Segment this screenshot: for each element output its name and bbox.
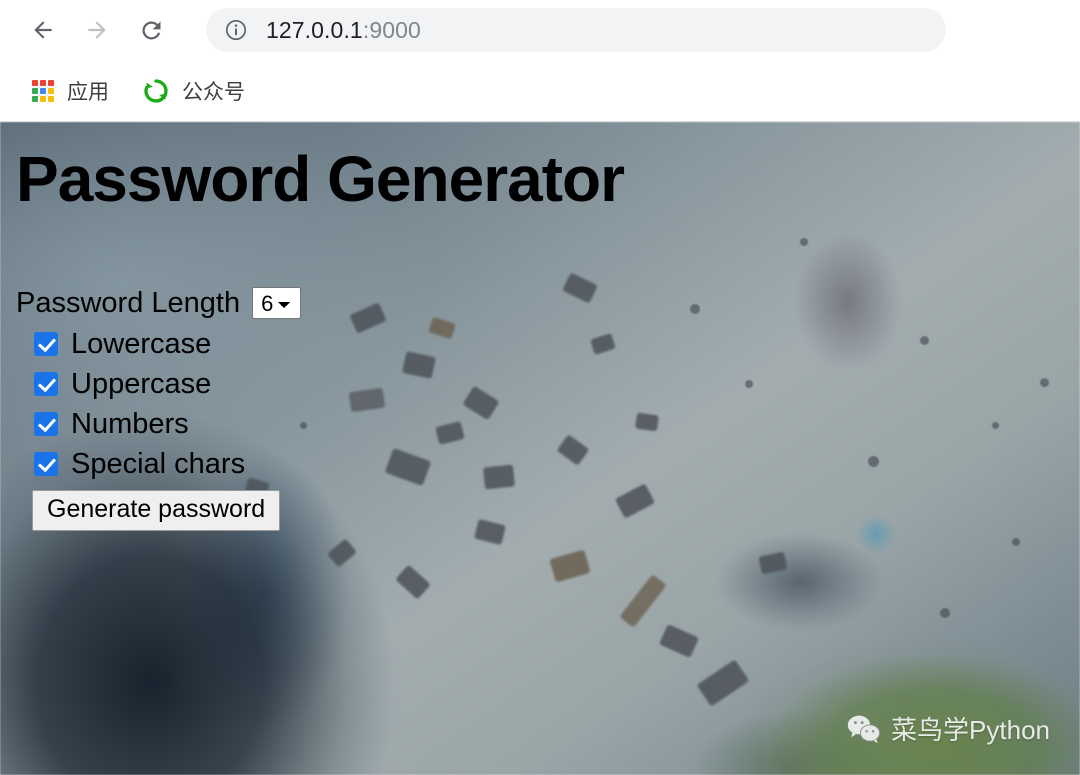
password-length-select[interactable]: 6 bbox=[252, 287, 302, 320]
url-host: 127.0.0.1 bbox=[266, 16, 363, 43]
wechat-logo-icon bbox=[847, 715, 881, 743]
option-row-uppercase[interactable]: Uppercase bbox=[16, 368, 1080, 400]
option-row-special-chars[interactable]: Special chars bbox=[16, 448, 1080, 480]
uppercase-checkbox[interactable] bbox=[34, 372, 58, 397]
back-button[interactable] bbox=[22, 9, 64, 51]
reload-icon bbox=[141, 20, 160, 39]
generate-password-button[interactable]: Generate password bbox=[32, 490, 281, 532]
numbers-label: Numbers bbox=[71, 407, 189, 440]
info-circle-icon[interactable] bbox=[224, 18, 248, 42]
password-generator-app: Password Generator Password Length 6 Low… bbox=[0, 122, 1080, 775]
apps-grid-icon bbox=[32, 80, 54, 102]
numbers-checkbox[interactable] bbox=[34, 412, 58, 437]
browser-chrome: 127.0.0.1:9000 应用 公众号 bbox=[0, 0, 1080, 122]
uppercase-label: Uppercase bbox=[71, 367, 212, 400]
option-row-numbers[interactable]: Numbers bbox=[16, 408, 1080, 440]
bookmark-official-account[interactable]: 公众号 bbox=[133, 71, 255, 111]
arrow-right-icon bbox=[88, 21, 106, 39]
watermark-text: 菜鸟学Python bbox=[891, 715, 1050, 745]
option-row-lowercase[interactable]: Lowercase bbox=[16, 328, 1080, 360]
browser-toolbar: 127.0.0.1:9000 bbox=[0, 0, 1080, 60]
lowercase-checkbox[interactable] bbox=[34, 332, 58, 357]
address-bar[interactable]: 127.0.0.1:9000 bbox=[206, 8, 946, 52]
page-title: Password Generator bbox=[16, 143, 625, 215]
bookmarks-bar: 应用 公众号 bbox=[0, 60, 1080, 122]
special-chars-label: Special chars bbox=[71, 447, 246, 480]
password-generator-form: Password Length 6 Lowercase Uppercase Nu… bbox=[16, 286, 1080, 532]
special-chars-checkbox[interactable] bbox=[34, 452, 58, 477]
bookmark-apps-label: 应用 bbox=[67, 81, 109, 104]
bookmark-official-account-label: 公众号 bbox=[182, 81, 245, 104]
watermark: 菜鸟学Python bbox=[847, 710, 1050, 747]
url-port: :9000 bbox=[362, 16, 421, 43]
wechat-official-account-icon bbox=[144, 79, 168, 103]
arrow-left-icon bbox=[34, 21, 52, 39]
password-length-label: Password Length bbox=[16, 286, 241, 319]
url-text: 127.0.0.1:9000 bbox=[266, 17, 421, 44]
page-viewport: Password Generator Password Length 6 Low… bbox=[0, 122, 1080, 775]
lowercase-label: Lowercase bbox=[71, 327, 212, 360]
forward-button[interactable] bbox=[76, 9, 118, 51]
password-length-row: Password Length 6 bbox=[16, 286, 1080, 320]
reload-button[interactable] bbox=[130, 9, 172, 51]
bookmark-apps[interactable]: 应用 bbox=[22, 71, 119, 111]
